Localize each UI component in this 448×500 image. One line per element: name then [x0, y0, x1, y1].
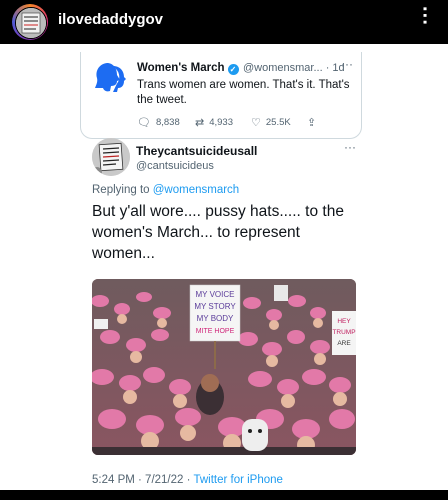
- protest-sign-right: HEY TRUMP ARE: [332, 311, 356, 355]
- main-more-icon[interactable]: ···: [344, 140, 356, 154]
- sign-line-2: MY STORY: [194, 302, 236, 311]
- protest-sign: MY VOICE MY STORY MY BODY MITE HOPE: [189, 284, 241, 342]
- story-avatar[interactable]: [12, 4, 48, 40]
- retweet-icon: ⇄: [195, 117, 205, 129]
- replying-handle-link[interactable]: @womensmarch: [153, 184, 239, 196]
- reply-icon: 🗨︎: [137, 117, 151, 129]
- sign-line-3: MY BODY: [197, 314, 234, 323]
- tweet-card: Women's March ✓ @womensmar... · 1d ··· Tr…: [0, 44, 448, 490]
- reply-button[interactable]: 🗨︎ 8,838: [137, 116, 180, 129]
- womens-march-logo-icon[interactable]: [93, 60, 127, 94]
- main-author-name[interactable]: Theycantsuicideusall: [136, 144, 257, 158]
- share-icon: ⇪: [307, 117, 317, 129]
- tweet-timestamp: 5:24 PM · 7/21/22 · Twitter for iPhone: [92, 474, 283, 486]
- like-count: 25.5K: [265, 117, 291, 128]
- sign-right-line-1: HEY: [337, 318, 351, 325]
- sign-right-line-2: TRUMP: [332, 329, 355, 336]
- tweet-source-link[interactable]: Twitter for iPhone: [193, 474, 282, 486]
- retweet-count: 4,933: [209, 117, 233, 128]
- avatar-image: [15, 7, 47, 39]
- sign-line-1: MY VOICE: [196, 290, 235, 299]
- quoted-handle-time: @womensmar... · 1d: [243, 62, 345, 74]
- quoted-author-label: Women's March: [137, 62, 225, 74]
- main-author-handle[interactable]: @cantsuicideus: [136, 160, 214, 172]
- heart-icon: ♡: [251, 117, 261, 129]
- share-button[interactable]: ⇪: [307, 116, 321, 129]
- story-header: ilovedaddygov ···: [0, 0, 448, 44]
- retweet-button[interactable]: ⇄ 4,933: [195, 116, 233, 129]
- tweet-time: 5:24 PM · 7/21/22 ·: [92, 474, 191, 486]
- main-author-avatar[interactable]: [92, 138, 130, 176]
- like-button[interactable]: ♡ 25.5K: [251, 116, 291, 129]
- quoted-author-name[interactable]: Women's March ✓: [137, 62, 239, 75]
- bottom-bar: [0, 490, 448, 500]
- quoted-more-icon[interactable]: ···: [341, 57, 353, 71]
- story-username[interactable]: ilovedaddygov: [58, 11, 163, 28]
- sign-right-line-3: ARE: [337, 340, 351, 347]
- replying-prefix: Replying to: [92, 184, 150, 196]
- tweet-photo[interactable]: MY VOICE MY STORY MY BODY MITE HOPE HEY …: [92, 279, 356, 455]
- reply-count: 8,838: [155, 117, 180, 128]
- verified-badge-icon: ✓: [227, 64, 239, 75]
- main-tweet-text: But y'all wore.... pussy hats..... to th…: [92, 203, 344, 262]
- quoted-tweet[interactable]: Women's March ✓ @womensmar... · 1d ··· Tr…: [80, 52, 362, 139]
- replying-to: Replying to @womensmarch: [92, 184, 239, 196]
- sign-line-4: MITE HOPE: [196, 328, 235, 335]
- more-vertical-icon[interactable]: ···: [413, 6, 435, 26]
- quoted-tweet-text: Trans women are women. That's it. That's…: [137, 79, 350, 106]
